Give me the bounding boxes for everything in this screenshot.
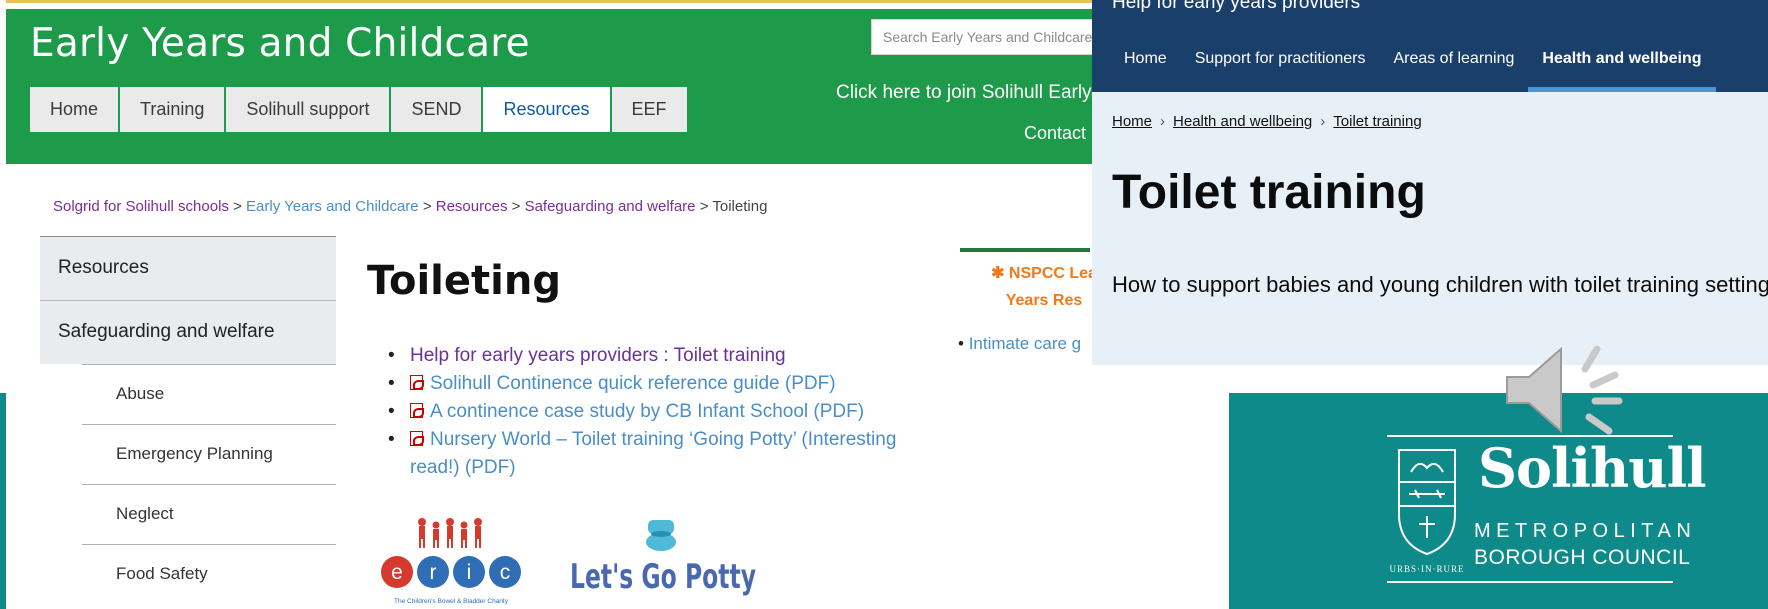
breadcrumb: Solgrid for Solihull schools > Early Yea… (53, 198, 767, 215)
gov-breadcrumb: Home › Health and wellbeing › Toilet trainin… (1112, 113, 1422, 130)
nav-tab-home[interactable]: Home (30, 87, 119, 132)
eric-letter: r (430, 561, 437, 584)
nspcc-line-2: Years Res (1005, 292, 1083, 309)
breadcrumb-link-resources[interactable]: Resources (436, 198, 508, 215)
gov-crumb-health[interactable]: Health and wellbeing (1173, 113, 1312, 130)
nspcc-line-1: ✱ NSPCC Lea (991, 265, 1097, 282)
eric-tagline: The Children's Bowel & Bladder Charity (394, 598, 509, 605)
resource-list: Help for early years providers : Toilet … (388, 342, 948, 482)
gov-screenshot: Help for early years providers Home Supp… (1092, 0, 1768, 365)
gov-crumb-home[interactable]: Home (1112, 113, 1152, 130)
contact-link[interactable]: Contact (1024, 123, 1086, 144)
gov-nav-support-practitioners[interactable]: Support for practitioners (1181, 46, 1380, 92)
search-input[interactable]: Search Early Years and Childcare (871, 19, 1101, 55)
breadcrumb-link-safeguarding[interactable]: Safeguarding and welfare (525, 198, 696, 215)
nav-tab-solihull-support[interactable]: Solihull support (226, 87, 390, 132)
side-menu-resources[interactable]: Resources (40, 236, 336, 300)
link-nursery-world[interactable]: Nursery World – Toilet training ‘Going P… (410, 429, 896, 478)
nspcc-divider (960, 248, 1090, 252)
gov-page-title: Toilet training (1112, 166, 1426, 219)
breadcrumb-separator: > (699, 198, 709, 215)
gov-site-title[interactable]: Help for early years providers (1112, 0, 1360, 14)
gov-nav: Home Support for practitioners Areas of … (1092, 46, 1716, 92)
chevron-right-icon: › (1320, 113, 1326, 130)
main-nav: Home Training Solihull support SEND Reso… (30, 87, 687, 132)
breadcrumb-separator: > (511, 198, 521, 215)
eric-logo[interactable]: e r i c The Children's Bowel & Bladder C… (380, 514, 530, 609)
link-case-study[interactable]: A continence case study by CB Infant Sch… (430, 401, 864, 422)
list-item: Help for early years providers : Toilet … (388, 342, 948, 370)
gov-lede: How to support babies and young children… (1112, 272, 1768, 297)
side-menu-neglect[interactable]: Neglect (82, 484, 336, 544)
potty-icon (646, 520, 676, 551)
gov-nav-areas-of-learning[interactable]: Areas of learning (1379, 46, 1528, 92)
side-menu-safeguarding[interactable]: Safeguarding and welfare (40, 300, 336, 364)
eric-letter: i (467, 561, 472, 584)
gov-header: Help for early years providers Home Supp… (1092, 0, 1768, 92)
link-help-toilet-training[interactable]: Help for early years providers : Toilet … (410, 345, 786, 366)
link-continence-guide[interactable]: Solihull Continence quick reference guid… (430, 373, 836, 394)
join-link[interactable]: Click here to join Solihull Early (836, 82, 1092, 104)
list-item: Nursery World – Toilet training ‘Going P… (388, 426, 948, 482)
list-item: Solihull Continence quick reference guid… (388, 370, 948, 398)
nspcc-promo[interactable]: ✱ NSPCC Lea Years Res (984, 260, 1104, 314)
potty-text: Let's Go Potty (570, 557, 756, 597)
pdf-icon (410, 431, 424, 446)
chevron-right-icon: › (1160, 113, 1166, 130)
council-line-metropolitan: METROPOLITAN (1474, 520, 1697, 542)
breadcrumb-separator: > (422, 198, 432, 215)
site-header: Early Years and Childcare Search Early Y… (6, 9, 1229, 164)
nav-tab-resources[interactable]: Resources (483, 87, 610, 132)
council-name: Solihull (1478, 436, 1707, 500)
intimate-care-link[interactable]: Intimate care g (958, 334, 1081, 354)
gov-nav-health-wellbeing[interactable]: Health and wellbeing (1528, 46, 1716, 92)
crest-motto: URBS·IN·RURE (1389, 564, 1464, 574)
speaker-icon[interactable] (1505, 335, 1630, 445)
page-title: Toileting (367, 258, 561, 304)
eric-letter: c (500, 561, 511, 584)
breadcrumb-link-early-years[interactable]: Early Years and Childcare (246, 198, 419, 215)
gov-nav-home[interactable]: Home (1092, 46, 1181, 92)
list-item: A continence case study by CB Infant Sch… (388, 398, 948, 426)
side-menu-emergency-planning[interactable]: Emergency Planning (82, 424, 336, 484)
breadcrumb-link-solgrid[interactable]: Solgrid for Solihull schools (53, 198, 229, 215)
council-crest-icon (1398, 449, 1456, 556)
lets-go-potty-logo[interactable]: Let's Go Potty (562, 512, 762, 604)
council-line-borough: BOROUGH COUNCIL (1474, 546, 1691, 569)
nav-tab-eef[interactable]: EEF (611, 87, 687, 132)
site-title: Early Years and Childcare (30, 21, 530, 66)
nav-tab-send[interactable]: SEND (391, 87, 482, 132)
side-menu-abuse[interactable]: Abuse (82, 364, 336, 424)
side-menu: Resources Safeguarding and welfare Abuse… (40, 236, 336, 604)
pdf-icon (410, 403, 424, 418)
breadcrumb-current: Toileting (712, 198, 768, 215)
side-menu-food-safety[interactable]: Food Safety (82, 544, 336, 604)
eric-letter: e (391, 561, 403, 584)
nav-tab-training[interactable]: Training (120, 87, 225, 132)
breadcrumb-separator: > (233, 198, 242, 215)
gov-crumb-toilet-training[interactable]: Toilet training (1333, 113, 1421, 130)
pdf-icon (410, 375, 424, 390)
family-figures-icon (418, 518, 482, 548)
